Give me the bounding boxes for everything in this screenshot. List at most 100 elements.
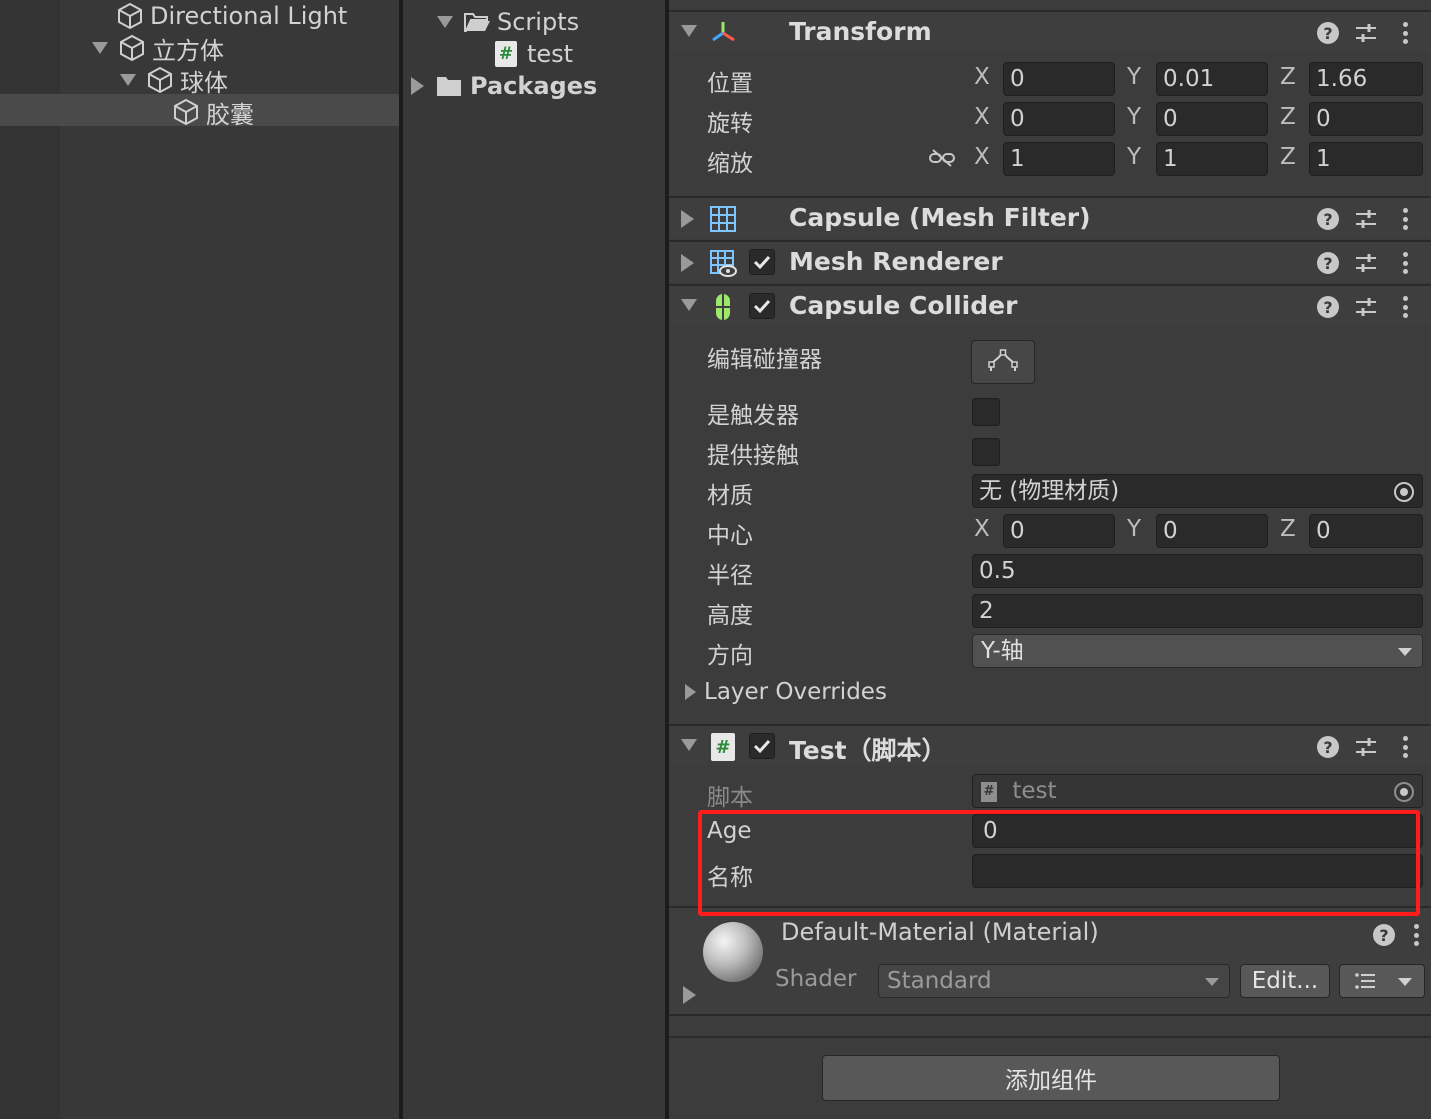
chevron-down-icon [1205, 978, 1219, 986]
expand-arrow-icon[interactable] [120, 74, 136, 86]
csharp-script-icon: # [981, 781, 997, 802]
csharp-script-icon: # [711, 733, 735, 761]
position-z-field[interactable]: 1.66 [1309, 62, 1423, 96]
checkmark-icon [753, 299, 771, 314]
rotation-z-field[interactable]: 0 [1309, 102, 1423, 136]
expand-arrow-icon[interactable] [437, 16, 453, 28]
presets-icon[interactable] [1355, 22, 1377, 44]
axis-label: Z [1280, 64, 1296, 90]
rotation-x-field[interactable]: 0 [1003, 102, 1115, 136]
provides-contacts-checkbox[interactable] [972, 438, 1000, 466]
help-icon[interactable]: ? [1317, 22, 1339, 44]
object-picker-icon[interactable] [1394, 482, 1414, 502]
edit-shader-button[interactable]: Edit... [1240, 964, 1330, 998]
chevron-down-icon [1398, 648, 1412, 656]
presets-icon[interactable] [1355, 208, 1377, 230]
enabled-checkbox[interactable] [749, 733, 775, 759]
collapse-arrow-icon[interactable] [681, 299, 697, 311]
center-z-field[interactable]: 0 [1309, 514, 1423, 548]
center-x-field[interactable]: 0 [1003, 514, 1115, 548]
expand-arrow-icon[interactable] [681, 254, 694, 272]
age-field[interactable]: 0 [972, 814, 1423, 848]
component-title: Mesh Renderer [789, 247, 1003, 276]
material-options-dropdown[interactable] [1339, 964, 1425, 998]
csharp-script-icon: # [495, 41, 517, 67]
collapse-arrow-icon[interactable] [681, 25, 697, 37]
expand-arrow-icon[interactable] [411, 77, 424, 95]
presets-icon[interactable] [1355, 736, 1377, 758]
context-menu-icon[interactable] [1393, 20, 1417, 46]
hierarchy-item-cube[interactable]: 立方体 [92, 32, 224, 65]
direction-dropdown[interactable]: Y-轴 [972, 634, 1423, 668]
material-section: Default-Material (Material) ? Shader Sta… [669, 906, 1431, 1016]
center-y-field[interactable]: 0 [1156, 514, 1268, 548]
project-panel: Scripts # test Packages [403, 0, 665, 1119]
capsule-collider-icon [716, 294, 730, 320]
shader-label: Shader [775, 966, 857, 992]
project-item-scripts[interactable]: Scripts [437, 6, 579, 38]
position-x-field[interactable]: 0 [1003, 62, 1115, 96]
component-title: Transform [789, 17, 932, 46]
height-field[interactable]: 2 [972, 594, 1423, 628]
scale-label: 缩放 [707, 151, 753, 177]
rotation-y-field[interactable]: 0 [1156, 102, 1268, 136]
edit-collider-button[interactable] [971, 340, 1035, 384]
hierarchy-item-directional-light[interactable]: Directional Light [116, 0, 347, 32]
mesh-renderer-icon [710, 250, 737, 277]
presets-icon[interactable] [1355, 296, 1377, 318]
axis-label: X [974, 144, 990, 170]
age-label: Age [707, 818, 752, 844]
transform-header[interactable]: Transform ? [669, 10, 1431, 52]
enabled-checkbox[interactable] [749, 293, 775, 319]
presets-icon[interactable] [1355, 252, 1377, 274]
hierarchy-item-label: 球体 [180, 68, 228, 97]
hierarchy-item-capsule[interactable]: 胶囊 [172, 96, 254, 129]
expand-arrow-icon[interactable] [683, 986, 696, 1004]
context-menu-icon[interactable] [1393, 206, 1417, 232]
context-menu-icon[interactable] [1393, 294, 1417, 320]
expand-arrow-icon[interactable] [685, 684, 696, 700]
gameobject-icon [174, 98, 198, 126]
shader-dropdown[interactable]: Standard [878, 964, 1230, 998]
expand-arrow-icon[interactable] [681, 210, 694, 228]
help-icon[interactable]: ? [1317, 208, 1339, 230]
project-item-packages[interactable]: Packages [411, 70, 597, 102]
edit-collider-icon [988, 349, 1018, 371]
help-icon[interactable]: ? [1373, 924, 1395, 946]
hierarchy-item-label: 立方体 [152, 36, 224, 65]
help-icon[interactable]: ? [1317, 252, 1339, 274]
context-menu-icon[interactable] [1393, 250, 1417, 276]
hierarchy-item-sphere[interactable]: 球体 [120, 64, 228, 97]
radius-field[interactable]: 0.5 [972, 554, 1423, 588]
capsule-collider-header[interactable]: Capsule Collider ? [669, 284, 1431, 326]
test-script-header[interactable]: # Test（脚本） ? [669, 724, 1431, 766]
provides-contacts-label: 提供接触 [707, 443, 799, 469]
scale-y-field[interactable]: 1 [1156, 142, 1268, 176]
axis-label: Z [1280, 516, 1296, 542]
component-title: Test（脚本） [789, 736, 947, 765]
is-trigger-label: 是触发器 [707, 403, 799, 429]
add-component-label: 添加组件 [1005, 1068, 1097, 1094]
material-title: Default-Material (Material) [781, 918, 1099, 946]
physics-material-field[interactable]: 无 (物理材质) [972, 474, 1423, 508]
expand-arrow-icon[interactable] [92, 42, 108, 54]
help-icon[interactable]: ? [1317, 736, 1339, 758]
is-trigger-checkbox[interactable] [972, 398, 1000, 426]
mesh-filter-header[interactable]: Capsule (Mesh Filter) ? [669, 196, 1431, 238]
enabled-checkbox[interactable] [749, 249, 775, 275]
position-y-field[interactable]: 0.01 [1156, 62, 1268, 96]
context-menu-icon[interactable] [1393, 734, 1417, 760]
layer-overrides-foldout[interactable]: Layer Overrides [685, 676, 887, 708]
project-item-label: Packages [470, 72, 598, 100]
context-menu-icon[interactable] [1404, 922, 1428, 948]
add-component-button[interactable]: 添加组件 [822, 1055, 1280, 1101]
name-field[interactable] [972, 854, 1423, 888]
collapse-arrow-icon[interactable] [681, 739, 697, 751]
material-preview-sphere [703, 922, 763, 982]
mesh-renderer-header[interactable]: Mesh Renderer ? [669, 240, 1431, 282]
scale-x-field[interactable]: 1 [1003, 142, 1115, 176]
constrain-proportions-icon[interactable] [929, 148, 955, 168]
help-icon[interactable]: ? [1317, 296, 1339, 318]
project-item-test-script[interactable]: # test [495, 38, 573, 70]
scale-z-field[interactable]: 1 [1309, 142, 1423, 176]
